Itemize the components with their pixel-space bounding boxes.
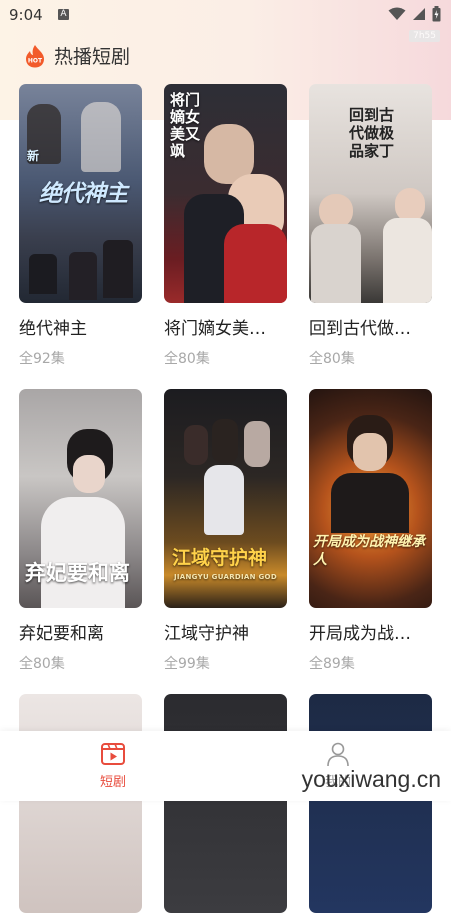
drama-card[interactable]: 新 绝代神主 绝代神主 全92集 [19, 84, 142, 368]
drama-title[interactable]: 江域守护神 [164, 619, 287, 644]
profile-icon [327, 742, 349, 767]
battery-icon [432, 6, 441, 22]
section-title: 热播短剧 [54, 46, 131, 68]
episode-count: 全80集 [309, 351, 355, 367]
poster-title-text: 将门嫡女美又飒 [170, 91, 201, 160]
drama-card[interactable] [164, 694, 287, 913]
status-bar: 9:04 A [0, 0, 451, 32]
episode-count: 全80集 [164, 351, 210, 367]
drama-card[interactable] [19, 694, 142, 913]
tab-label: 短剧 [99, 775, 126, 790]
hot-flame-icon: HOT [24, 44, 46, 68]
episode-count: 全99集 [164, 656, 210, 672]
poster-title-text: 江域守护神 [172, 547, 268, 569]
poster-title-text: 开局成为战神继承人 [313, 534, 425, 568]
drama-title[interactable]: 弃妃要和离 [19, 619, 142, 644]
hot-badge-text: HOT [28, 57, 43, 64]
drama-card[interactable]: 回到古代做极品家丁 回到古代做… 全80集 [309, 84, 432, 368]
poster-title-text: 绝代神主 [39, 181, 128, 207]
drama-poster[interactable]: 将门嫡女美又飒 [164, 84, 287, 303]
drama-poster[interactable]: 江域守护神 JIANGYU GUARDIAN GOD [164, 389, 287, 608]
wifi-icon [388, 7, 406, 20]
play-video-icon [101, 743, 125, 765]
episode-count: 全80集 [19, 656, 65, 672]
drama-card[interactable]: 开局成为战神继承人 开局成为战… 全89集 [309, 389, 432, 673]
poster-tag: 新 [27, 149, 40, 163]
poster-title-text: 回到古代做极品家丁 [349, 106, 395, 160]
drama-title[interactable]: 将门嫡女美… [164, 314, 287, 339]
drama-card[interactable]: 将门嫡女美又飒 将门嫡女美… 全80集 [164, 84, 287, 368]
poster-subtitle-text: JIANGYU GUARDIAN GOD [174, 573, 277, 581]
drama-poster[interactable]: 新 绝代神主 [19, 84, 142, 303]
drama-title[interactable]: 回到古代做… [309, 314, 432, 339]
drama-card[interactable] [309, 694, 432, 913]
watermark-text: youxiwang.cn [301, 766, 441, 792]
tab-shorts[interactable]: 短剧 [73, 741, 153, 790]
drama-poster[interactable]: 回到古代做极品家丁 [309, 84, 432, 303]
status-time: 9:04 [9, 6, 43, 24]
drama-card[interactable]: 弃妃要和离 弃妃要和离 全80集 [19, 389, 142, 673]
app-notification-icon: A [58, 9, 69, 20]
drama-poster[interactable] [309, 694, 432, 913]
status-icons [388, 6, 441, 22]
poster-title-text: 弃妃要和离 [25, 561, 130, 585]
drama-poster[interactable] [19, 694, 142, 913]
section-header: HOT 热播短剧 [24, 42, 130, 69]
episode-count: 全92集 [19, 351, 65, 367]
drama-poster[interactable]: 弃妃要和离 [19, 389, 142, 608]
drama-poster[interactable] [164, 694, 287, 913]
network-speed-tag: 7h55 [409, 30, 440, 42]
signal-icon [413, 8, 425, 20]
drama-title[interactable]: 开局成为战… [309, 619, 432, 644]
drama-card[interactable]: 江域守护神 JIANGYU GUARDIAN GOD 江域守护神 全99集 [164, 389, 287, 673]
drama-title[interactable]: 绝代神主 [19, 314, 142, 339]
drama-poster[interactable]: 开局成为战神继承人 [309, 389, 432, 608]
episode-count: 全89集 [309, 656, 355, 672]
